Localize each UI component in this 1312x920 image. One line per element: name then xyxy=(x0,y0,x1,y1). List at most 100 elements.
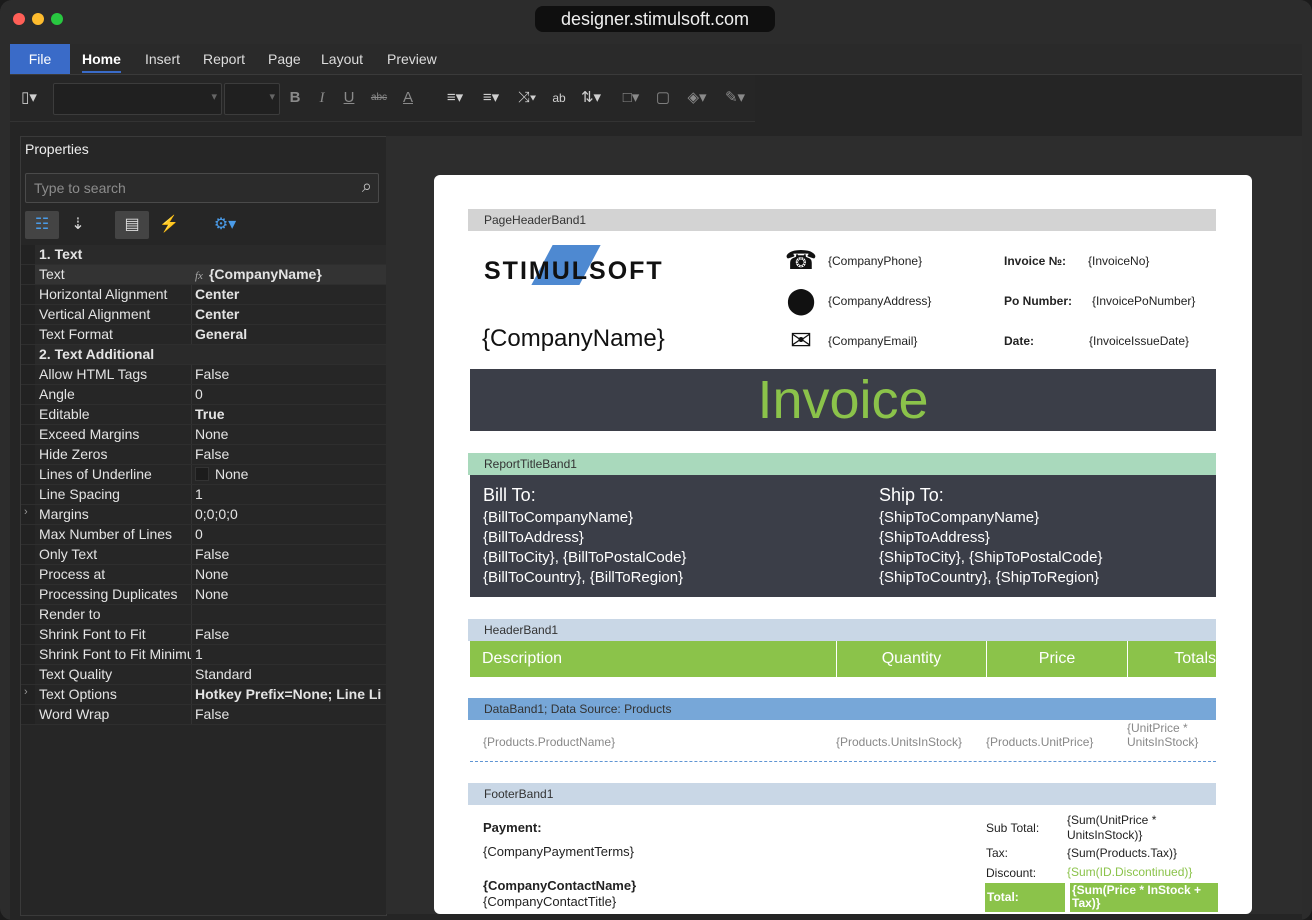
properties-list-icon[interactable]: ▤ xyxy=(115,211,149,239)
property-row[interactable]: Text Quality Standard xyxy=(21,665,386,685)
po-number-label[interactable]: Po Number: xyxy=(1004,294,1072,308)
property-value[interactable]: Center xyxy=(195,306,385,322)
property-value[interactable]: fx {CompanyName} xyxy=(195,266,385,282)
tab-page[interactable]: Page xyxy=(268,44,301,74)
column-header[interactable]: Totals xyxy=(1127,641,1216,677)
bill-ship-block[interactable]: Bill To: {BillToCompanyName} {BillToAddr… xyxy=(470,475,1216,597)
bold-button[interactable]: B xyxy=(287,87,303,109)
property-value[interactable]: None xyxy=(195,426,385,442)
line-spacing-icon[interactable]: ⇅▾ xyxy=(576,87,606,109)
header-band[interactable]: HeaderBand1 xyxy=(468,619,1216,641)
property-row[interactable]: Vertical Alignment Center xyxy=(21,305,386,325)
contact-name-field[interactable]: {CompanyContactName} xyxy=(483,878,636,893)
border-color-icon[interactable]: ✎▾ xyxy=(720,87,750,109)
close-window-button[interactable] xyxy=(13,13,25,25)
property-row[interactable]: Shrink Font to Fit Minimum 1 xyxy=(21,645,386,665)
company-name-text[interactable]: {CompanyName} xyxy=(482,325,665,353)
address-bar[interactable]: designer.stimulsoft.com xyxy=(535,6,775,32)
property-value[interactable]: None xyxy=(195,586,385,602)
subtotal-field[interactable]: {Sum(UnitPrice * UnitsInStock)} xyxy=(1067,813,1177,843)
property-row[interactable]: Editable True xyxy=(21,405,386,425)
tab-preview[interactable]: Preview xyxy=(387,44,437,74)
property-row[interactable]: Allow HTML Tags False xyxy=(21,365,386,385)
footer-band[interactable]: FooterBand1 xyxy=(468,783,1216,805)
property-value[interactable]: General xyxy=(195,326,385,342)
payment-label[interactable]: Payment: xyxy=(483,820,542,835)
tab-insert[interactable]: Insert xyxy=(145,44,180,74)
property-value[interactable]: 1 xyxy=(195,486,385,502)
line-total-field[interactable]: {UnitPrice * UnitsInStock} xyxy=(1127,721,1209,749)
date-label[interactable]: Date: xyxy=(1004,334,1034,348)
discount-field[interactable]: {Sum(ID.Discontinued)} xyxy=(1067,865,1192,879)
property-row[interactable]: Max Number of Lines 0 xyxy=(21,525,386,545)
strikethrough-button[interactable]: abc xyxy=(367,87,391,109)
expression-fx-icon[interactable]: fx xyxy=(195,270,203,282)
categorized-view-icon[interactable]: ☷ xyxy=(25,211,59,239)
tax-field[interactable]: {Sum(Products.Tax)} xyxy=(1067,846,1177,860)
underline-button[interactable]: U xyxy=(341,87,357,109)
column-header[interactable]: Price xyxy=(986,641,1127,677)
company-phone-field[interactable]: {CompanyPhone} xyxy=(828,254,922,268)
page-header-band[interactable]: PageHeaderBand1 xyxy=(468,209,1216,231)
property-row[interactable]: Horizontal Alignment Center xyxy=(21,285,386,305)
underline-color-swatch[interactable] xyxy=(195,467,209,481)
date-field[interactable]: {InvoiceIssueDate} xyxy=(1089,334,1189,348)
tab-report[interactable]: Report xyxy=(203,44,245,74)
contact-title-field[interactable]: {CompanyContactTitle} xyxy=(483,894,616,909)
property-value[interactable]: Standard xyxy=(195,666,385,682)
property-row[interactable]: Lines of Underline None xyxy=(21,465,386,485)
product-name-field[interactable]: {Products.ProductName} xyxy=(483,735,615,749)
align-left-icon[interactable]: ≡▾ xyxy=(440,87,470,109)
property-value[interactable]: None xyxy=(195,466,385,482)
border-icon[interactable]: □▾ xyxy=(616,87,646,109)
company-email-field[interactable]: {CompanyEmail} xyxy=(828,334,917,348)
invoice-no-field[interactable]: {InvoiceNo} xyxy=(1088,254,1149,268)
discount-label[interactable]: Discount: xyxy=(986,866,1036,880)
invoice-title-bar[interactable]: Invoice xyxy=(470,369,1216,431)
property-row[interactable]: › Text Options Hotkey Prefix=None; Line Li xyxy=(21,685,386,705)
property-row[interactable]: Only Text False xyxy=(21,545,386,565)
total-field[interactable]: {Sum(Price * InStock + Tax)} xyxy=(1070,883,1218,912)
property-value[interactable]: False xyxy=(195,546,385,562)
events-icon[interactable]: ⚡ xyxy=(155,211,183,239)
property-row[interactable]: Process at None xyxy=(21,565,386,585)
font-color-button[interactable]: A xyxy=(398,87,418,109)
fill-color-icon[interactable]: ◈▾ xyxy=(682,87,712,109)
subtotal-label[interactable]: Sub Total: xyxy=(986,821,1039,835)
tab-file[interactable]: File xyxy=(10,44,70,74)
minimize-window-button[interactable] xyxy=(32,13,44,25)
property-row[interactable]: Angle 0 xyxy=(21,385,386,405)
property-value[interactable]: 1 xyxy=(195,646,385,662)
payment-terms-field[interactable]: {CompanyPaymentTerms} xyxy=(483,844,634,859)
property-category[interactable]: 2. Text Additional xyxy=(21,345,386,365)
report-title-band[interactable]: ReportTitleBand1 xyxy=(468,453,1216,475)
italic-button[interactable]: I xyxy=(314,87,330,109)
units-in-stock-field[interactable]: {Products.UnitsInStock} xyxy=(836,735,962,749)
data-row[interactable]: {Products.ProductName} {Products.UnitsIn… xyxy=(470,721,1216,762)
property-row[interactable]: › Margins 0;0;0;0 xyxy=(21,505,386,525)
search-icon[interactable]: ⌕ xyxy=(362,176,372,197)
property-row[interactable]: Exceed Margins None xyxy=(21,425,386,445)
shadow-icon[interactable]: ▢ xyxy=(653,87,673,109)
property-value[interactable]: False xyxy=(195,446,385,462)
tab-home[interactable]: Home xyxy=(82,44,121,74)
property-value[interactable]: False xyxy=(195,706,385,722)
align-vertical-icon[interactable]: ≡▾ xyxy=(476,87,506,109)
unit-price-field[interactable]: {Products.UnitPrice} xyxy=(986,735,1093,749)
word-wrap-icon[interactable]: ab xyxy=(549,87,569,109)
invoice-no-label[interactable]: Invoice №: xyxy=(1004,254,1066,268)
report-page[interactable]: PageHeaderBand1 STIMULSOFT {CompanyName}… xyxy=(434,175,1252,914)
property-value[interactable]: 0 xyxy=(195,386,385,402)
property-row[interactable]: Processing Duplicates None xyxy=(21,585,386,605)
property-value[interactable]: False xyxy=(195,366,385,382)
sort-alphabetical-icon[interactable]: ⇣ xyxy=(63,211,93,239)
property-category[interactable]: 1. Text xyxy=(21,245,386,265)
font-size-select[interactable]: ▾ xyxy=(224,83,280,115)
expand-chevron-icon[interactable]: › xyxy=(24,686,28,698)
table-header-row[interactable]: Description Quantity Price Totals xyxy=(470,641,1216,677)
property-row[interactable]: Shrink Font to Fit False xyxy=(21,625,386,645)
property-value[interactable]: None xyxy=(195,566,385,582)
data-band[interactable]: DataBand1; Data Source: Products xyxy=(468,698,1216,720)
zoom-window-button[interactable] xyxy=(51,13,63,25)
property-value[interactable]: True xyxy=(195,406,385,422)
